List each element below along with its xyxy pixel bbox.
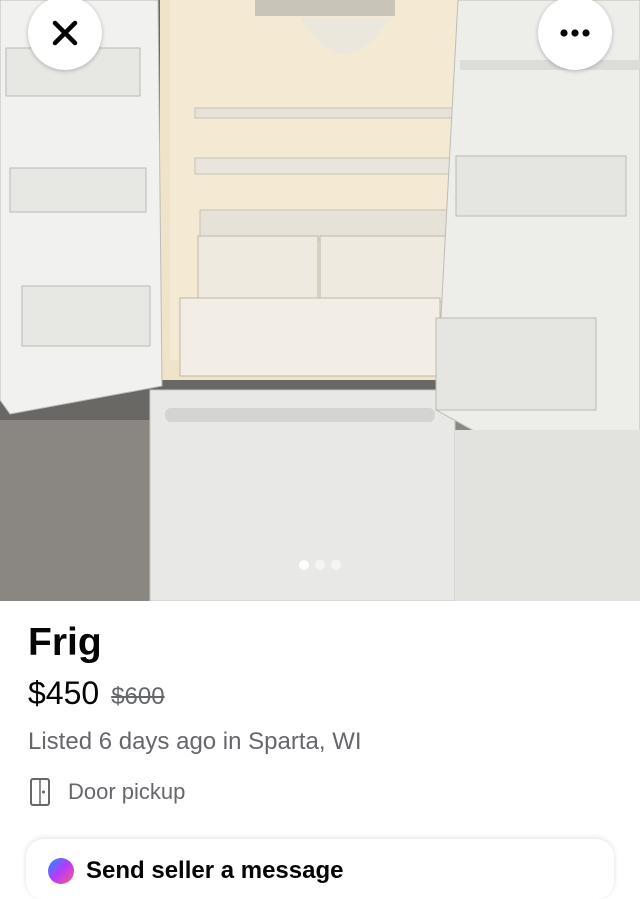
listing-price: $450 xyxy=(28,675,100,711)
more-icon xyxy=(560,29,590,37)
carousel-dot-1[interactable] xyxy=(299,560,309,570)
listed-info: Listed 6 days ago in Sparta, WI xyxy=(28,728,362,755)
listing-title: Frig xyxy=(28,621,102,664)
delivery-method: Door pickup xyxy=(28,777,185,807)
refrigerator-photo xyxy=(0,0,640,601)
carousel-indicator xyxy=(0,560,640,570)
send-message-row[interactable]: Send seller a message xyxy=(48,857,343,885)
price-row: $450 $600 xyxy=(28,675,165,712)
door-icon xyxy=(30,778,50,806)
listing-details: Frig $450 $600 Listed 6 days ago in Spar… xyxy=(0,601,640,899)
delivery-label: Door pickup xyxy=(68,779,186,804)
send-message-label: Send seller a message xyxy=(86,857,344,884)
original-price: $600 xyxy=(111,683,165,710)
messenger-icon xyxy=(48,858,74,884)
listing-photo[interactable] xyxy=(0,0,640,601)
send-message-card[interactable]: Send seller a message xyxy=(26,839,614,899)
carousel-dot-3[interactable] xyxy=(331,560,341,570)
close-icon xyxy=(52,20,78,46)
carousel-dot-2[interactable] xyxy=(315,560,325,570)
